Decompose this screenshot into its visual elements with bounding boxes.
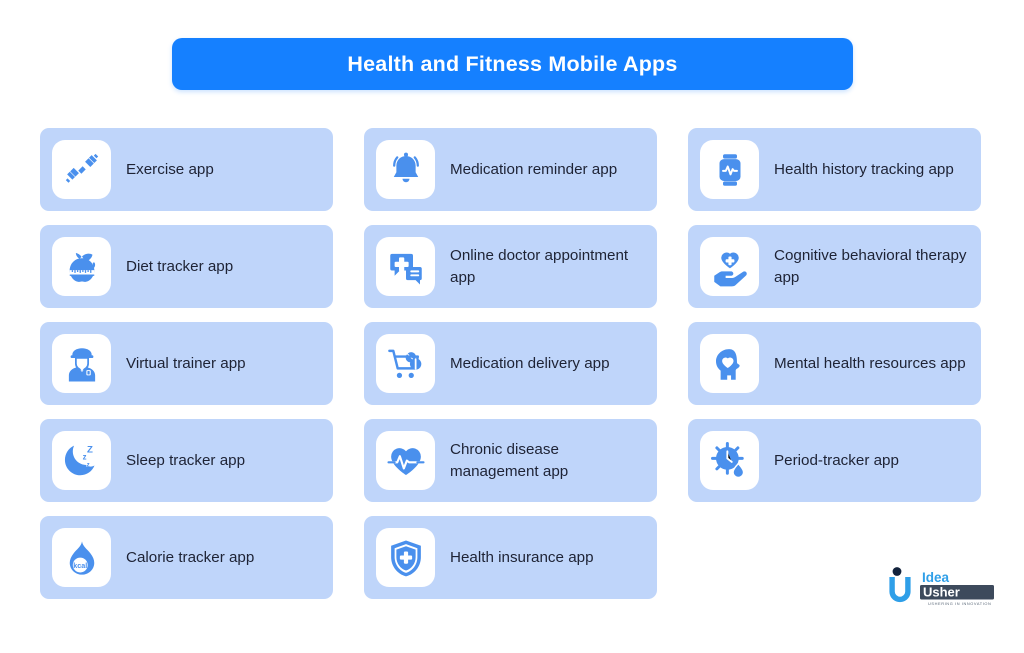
logo-u-mark	[889, 567, 911, 603]
card-virtual-trainer-app[interactable]: Virtual trainer app	[40, 322, 333, 405]
card-label: Exercise app	[126, 160, 214, 178]
logo-tagline: USHERING IN INNOVATION	[928, 601, 991, 606]
cart-pills-icon	[376, 334, 435, 393]
card-health-history-tracking-app[interactable]: Health history tracking app	[688, 128, 981, 211]
svg-text:z: z	[86, 461, 89, 468]
card-label: Online doctor appointment app	[450, 246, 629, 286]
card-label: Period-tracker app	[774, 451, 899, 469]
card-label: Medication delivery app	[450, 354, 610, 372]
card-label: Diet tracker app	[126, 257, 234, 275]
page-title: Health and Fitness Mobile Apps	[347, 51, 678, 76]
card-diet-tracker-app[interactable]: Diet tracker app	[40, 225, 333, 308]
infographic-page: Health and Fitness Mobile Apps Exercise …	[0, 0, 1024, 653]
svg-text:z: z	[82, 452, 86, 461]
card-label: Health insurance app	[450, 548, 594, 566]
card-label: Virtual trainer app	[126, 354, 246, 372]
logo-name-line2: Usher	[923, 585, 960, 600]
chat-medical-cross-icon	[376, 237, 435, 296]
shield-cross-icon	[376, 528, 435, 587]
card-period-tracker-app[interactable]: Period-tracker app	[688, 419, 981, 502]
card-sleep-tracker-app[interactable]: Z z z Sleep tracker app	[40, 419, 333, 502]
card-label: Chronic disease management app	[450, 440, 569, 480]
card-label: Calorie tracker app	[126, 548, 255, 566]
svg-text:Z: Z	[86, 444, 92, 455]
cycle-clock-drop-icon	[700, 431, 759, 490]
card-chronic-disease-management-app[interactable]: Chronic disease management app	[364, 419, 657, 502]
card-label: Mental health resources app	[774, 354, 966, 372]
card-label: Sleep tracker app	[126, 451, 246, 469]
card-exercise-app[interactable]: Exercise app	[40, 128, 333, 211]
trainer-person-icon	[52, 334, 111, 393]
card-medication-reminder-app[interactable]: Medication reminder app	[364, 128, 657, 211]
svg-text:kcal: kcal	[73, 561, 87, 569]
card-label: Medication reminder app	[450, 160, 618, 178]
card-online-doctor-appointment-app[interactable]: Online doctor appointment app	[364, 225, 657, 308]
card-health-insurance-app[interactable]: Health insurance app	[364, 516, 657, 599]
dumbbell-icon	[52, 140, 111, 199]
header-banner: Health and Fitness Mobile Apps	[172, 38, 853, 90]
logo-name-line1: Idea	[922, 570, 950, 585]
heart-pulse-icon	[376, 431, 435, 490]
apple-measuring-tape-icon	[52, 237, 111, 296]
card-cognitive-behavioral-therapy-app[interactable]: Cognitive behavioral therapy app	[688, 225, 981, 308]
flame-kcal-icon: kcal	[52, 528, 111, 587]
idea-usher-logo: Idea Usher USHERING IN INNOVATION	[884, 563, 1002, 607]
smartwatch-pulse-icon	[700, 140, 759, 199]
card-medication-delivery-app[interactable]: Medication delivery app	[364, 322, 657, 405]
ringing-bell-icon	[376, 140, 435, 199]
head-heart-icon	[700, 334, 759, 393]
app-card-grid: Exercise app Medication reminder app Hea…	[40, 128, 984, 599]
card-mental-health-resources-app[interactable]: Mental health resources app	[688, 322, 981, 405]
card-label: Health history tracking app	[774, 160, 954, 178]
card-label: Cognitive behavioral therapy app	[774, 246, 967, 286]
moon-zzz-icon: Z z z	[52, 431, 111, 490]
card-calorie-tracker-app[interactable]: kcal Calorie tracker app	[40, 516, 333, 599]
hand-heart-plus-icon	[700, 237, 759, 296]
